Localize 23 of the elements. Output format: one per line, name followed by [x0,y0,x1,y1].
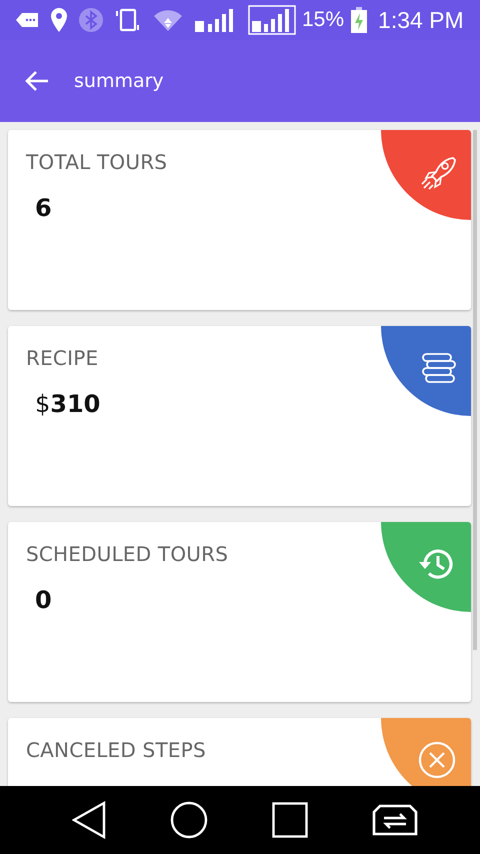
signal-icon [248,5,296,35]
card-label: CANCELED STEPS [26,738,206,762]
card-value: $310 [35,390,100,418]
location-icon [50,7,68,33]
clock-time: 1:34 PM [378,6,464,34]
home-icon[interactable] [170,801,208,839]
bluetooth-icon [78,7,104,33]
card-value: 0 [35,586,52,614]
sim-switch-icon[interactable] [372,804,418,836]
wifi-icon [152,8,184,32]
back-icon[interactable] [72,801,106,839]
back-arrow-icon[interactable] [24,70,50,92]
battery-charging-icon [350,6,368,34]
card-label: RECIPE [26,346,98,370]
card-value: 6 [35,194,52,222]
screen-title: summary [74,70,164,92]
cancel-icon [417,740,457,780]
card-label: TOTAL TOURS [26,150,168,174]
card-label: SCHEDULED TOURS [26,542,228,566]
vibrate-icon [114,7,142,33]
recent-apps-icon[interactable] [272,802,308,838]
battery-percent: 15% [302,8,344,32]
notification-icon [16,11,40,29]
